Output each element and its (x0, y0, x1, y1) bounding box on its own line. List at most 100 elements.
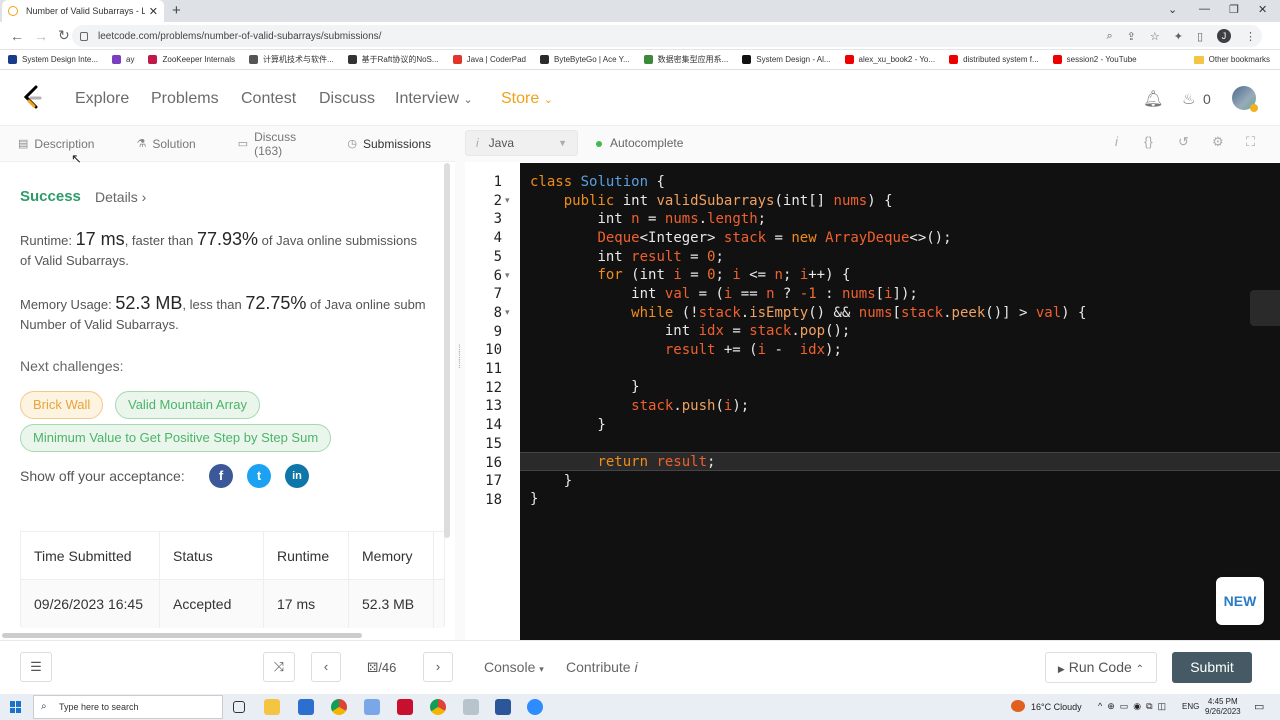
column-header[interactable]: Time Submitted (21, 532, 160, 579)
format-braces-icon[interactable]: {} (1144, 134, 1153, 149)
panel-splitter[interactable]: ⁞ ⁞ ⁞ (455, 126, 465, 640)
bookmark[interactable]: ay (112, 55, 134, 64)
run-code-button[interactable]: ▶ Run Code ⌃ (1045, 652, 1157, 683)
minimize-icon[interactable]: — (1199, 3, 1210, 15)
shuffle-icon[interactable]: ⤨ (263, 652, 295, 682)
nav-interview[interactable]: Interview ⌄ (395, 90, 473, 108)
bookmark[interactable]: session2 - YouTube (1052, 55, 1137, 64)
code-line[interactable]: int result = 0; (530, 248, 723, 267)
bookmark[interactable]: 基于Raft协议的NoS... (347, 54, 439, 65)
code-line[interactable]: while (!stack.isEmpty() && nums[stack.pe… (530, 304, 1086, 323)
forward-icon[interactable]: → (34, 28, 48, 44)
autocomplete-toggle[interactable]: Autocomplete (596, 136, 683, 150)
nav-explore[interactable]: Explore (75, 90, 129, 108)
notification-bell-icon[interactable]: 🔔︎ (1143, 89, 1163, 109)
horizontal-scrollbar[interactable] (2, 633, 362, 638)
taskbar-search-input[interactable]: ⌕ Type here to search (33, 695, 223, 719)
prev-problem-icon[interactable]: ‹ (311, 652, 341, 682)
challenge-chip[interactable]: Minimum Value to Get Positive Step by St… (20, 424, 332, 452)
code-line[interactable]: } (530, 378, 639, 397)
code-line[interactable]: stack.push(i); (530, 397, 749, 416)
code-line[interactable]: Deque<Integer> stack = new ArrayDeque<>(… (530, 229, 951, 248)
back-icon[interactable]: ← (10, 28, 24, 44)
task-view-icon[interactable] (233, 701, 245, 713)
settings-icon[interactable]: ⚙ (1212, 134, 1224, 150)
bookmark[interactable]: Java | CoderPad (452, 55, 526, 64)
bookmark[interactable]: alex_xu_book2 - Yo... (844, 55, 935, 64)
contribute-button[interactable]: Contribute i (566, 659, 638, 675)
system-tray-icons[interactable]: ^⊕▭◉⧉◫ (1098, 701, 1171, 712)
tab-discuss[interactable]: ▭ Discuss (163) (238, 130, 306, 158)
other-bookmarks[interactable]: Other bookmarks (1193, 55, 1270, 64)
nav-discuss[interactable]: Discuss (319, 90, 375, 108)
fold-arrow-icon[interactable]: ▾ (505, 191, 510, 210)
nav-contest[interactable]: Contest (241, 90, 296, 108)
challenge-chip[interactable]: Valid Mountain Array (115, 391, 260, 419)
close-window-icon[interactable]: ✕ (1258, 3, 1267, 16)
share-icon[interactable]: ⇪ (1127, 30, 1136, 43)
column-header[interactable]: Memory (349, 532, 434, 579)
app-icon[interactable] (364, 699, 380, 715)
profile-avatar[interactable]: J (1217, 29, 1231, 43)
windows-start-icon[interactable] (10, 701, 22, 713)
url-field[interactable]: leetcode.com/problems/number-of-valid-su… (72, 25, 1262, 47)
new-tab-icon[interactable]: + (172, 2, 181, 19)
code-line[interactable]: public int validSubarrays(int[] nums) { (530, 192, 893, 211)
user-avatar[interactable] (1232, 86, 1258, 112)
info-icon[interactable]: i (1115, 134, 1118, 149)
code-line[interactable]: } (530, 472, 572, 491)
language-indicator[interactable]: ENG (1182, 702, 1199, 711)
tab-description[interactable]: ▤ Description (18, 137, 94, 151)
tab-solution[interactable]: ⚗ Solution (136, 137, 195, 151)
close-tab-icon[interactable]: ✕ (149, 5, 158, 18)
bookmark[interactable]: ByteByteGo | Ace Y... (540, 55, 630, 64)
tab-submissions[interactable]: ◷ Submissions (347, 137, 431, 151)
leetcode-logo-icon[interactable] (22, 85, 44, 111)
language-select[interactable]: i Java ▼ (465, 130, 578, 156)
weather-text[interactable]: 16°C Cloudy (1031, 702, 1082, 712)
app-icon[interactable] (397, 699, 413, 715)
column-header[interactable]: Status (160, 532, 264, 579)
code-line[interactable]: int idx = stack.pop(); (530, 322, 851, 341)
fire-icon[interactable]: ♨ (1182, 90, 1195, 108)
restore-icon[interactable]: ❐ (1229, 3, 1239, 16)
linkedin-icon[interactable]: in (285, 464, 309, 488)
code-line[interactable]: } (530, 416, 605, 435)
bookmark[interactable]: distributed system f... (949, 55, 1039, 64)
code-line[interactable]: return result; (530, 453, 715, 472)
status-cell[interactable]: Accepted (160, 580, 264, 628)
submit-button[interactable]: Submit (1172, 652, 1252, 683)
paint-icon[interactable] (463, 699, 479, 715)
star-icon[interactable]: ☆ (1150, 30, 1160, 43)
fold-arrow-icon[interactable]: ▾ (505, 266, 510, 285)
browser-tab[interactable]: Number of Valid Subarrays - Lee ✕ (2, 0, 164, 22)
word-icon[interactable] (495, 699, 511, 715)
details-link[interactable]: Details › (95, 189, 146, 205)
vertical-scrollbar[interactable] (444, 163, 450, 538)
bookmark[interactable]: 计算机技术与软件... (248, 54, 334, 65)
store-app-icon[interactable] (298, 699, 314, 715)
zoom-icon[interactable]: ⌕ (1106, 30, 1112, 43)
side-feedback-tab[interactable] (1250, 290, 1280, 326)
extensions-icon[interactable]: ✦ (1174, 30, 1183, 43)
menu-icon[interactable]: ⋮ (1245, 30, 1256, 43)
system-clock[interactable]: 4:45 PM 9/26/2023 (1205, 697, 1241, 717)
challenge-chip[interactable]: Brick Wall (20, 391, 104, 419)
problem-list-icon[interactable]: ☰ (20, 652, 52, 682)
fullscreen-icon[interactable]: ⛶ (1246, 134, 1255, 150)
chrome-icon[interactable] (331, 699, 347, 715)
reset-icon[interactable]: ↺ (1178, 134, 1189, 150)
bookmark[interactable]: ZooKeeper Internals (148, 55, 235, 64)
code-line[interactable]: } (530, 490, 538, 509)
facebook-icon[interactable]: f (209, 464, 233, 488)
column-header[interactable]: Runtime (264, 532, 349, 579)
weather-icon[interactable] (1011, 700, 1025, 712)
code-line[interactable]: for (int i = 0; i <= n; i++) { (530, 266, 850, 285)
sidebar-icon[interactable]: ▯ (1197, 30, 1203, 43)
fold-arrow-icon[interactable]: ▾ (505, 303, 510, 322)
zoom-app-icon[interactable] (527, 699, 543, 715)
new-badge-button[interactable]: NEW (1216, 577, 1264, 625)
console-button[interactable]: Console ▾ (484, 659, 544, 675)
tab-search-icon[interactable]: ⌄ (1168, 3, 1177, 16)
code-line[interactable]: result += (i - idx); (530, 341, 842, 360)
